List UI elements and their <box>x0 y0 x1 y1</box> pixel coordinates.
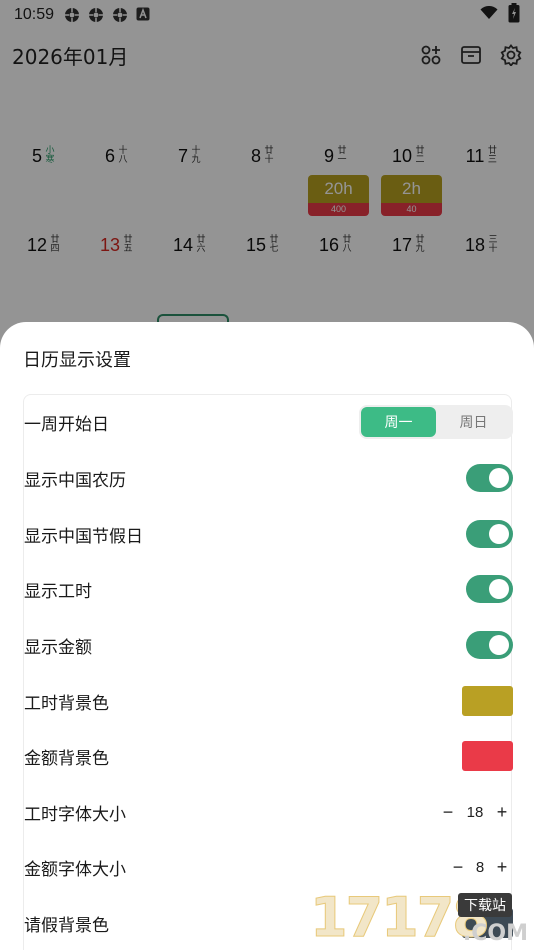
setting-label: 显示工时 <box>24 581 92 602</box>
holidays-toggle[interactable] <box>466 520 513 548</box>
toggle-knob <box>489 524 509 544</box>
week-start-segmented[interactable]: 周一 周日 <box>359 405 513 439</box>
setting-label: 一周开始日 <box>24 414 109 435</box>
lunar-toggle[interactable] <box>466 464 513 492</box>
setting-row-holidays: 显示中国节假日 <box>24 512 513 556</box>
amount-color-swatch[interactable] <box>462 741 513 771</box>
setting-row-hours-font: 工时字体大小 − 18 + <box>24 790 513 834</box>
setting-label: 显示金额 <box>24 637 92 658</box>
setting-row-hours-bg: 工时背景色 <box>24 679 513 723</box>
increment-button[interactable]: + <box>491 802 513 823</box>
stepper-value: 8 <box>475 858 485 876</box>
setting-label: 工时背景色 <box>24 693 109 714</box>
setting-label: 显示中国节假日 <box>24 526 143 547</box>
decrement-button[interactable]: − <box>447 857 469 878</box>
hours-toggle[interactable] <box>466 575 513 603</box>
setting-label: 金额字体大小 <box>24 859 126 880</box>
toggle-knob <box>489 468 509 488</box>
decrement-button[interactable]: − <box>437 802 459 823</box>
setting-label: 显示中国农历 <box>24 470 126 491</box>
increment-button[interactable]: + <box>491 857 513 878</box>
watermark-suffix: .COM <box>462 921 528 946</box>
toggle-knob <box>489 579 509 599</box>
hours-color-swatch[interactable] <box>462 686 513 716</box>
week-start-monday[interactable]: 周一 <box>361 407 436 437</box>
setting-label: 金额背景色 <box>24 748 109 769</box>
toggle-knob <box>489 635 509 655</box>
setting-label: 工时字体大小 <box>24 804 126 825</box>
setting-row-amount-font: 金额字体大小 − 8 + <box>24 845 513 889</box>
setting-label: 请假背景色 <box>24 915 109 936</box>
amount-toggle[interactable] <box>466 631 513 659</box>
setting-row-amount-bg: 金额背景色 <box>24 734 513 778</box>
hours-font-stepper: − 18 + <box>437 802 513 823</box>
stepper-value: 18 <box>466 803 484 821</box>
week-start-sunday[interactable]: 周日 <box>436 407 511 437</box>
sheet-title: 日历显示设置 <box>23 350 131 371</box>
setting-row-lunar: 显示中国农历 <box>24 456 513 500</box>
amount-font-stepper: − 8 + <box>447 857 513 878</box>
setting-row-amount: 显示金额 <box>24 623 513 667</box>
site-watermark: 17178 下载站 .COM <box>310 885 534 950</box>
settings-list: 一周开始日 周一 周日 显示中国农历 显示中国节假日 显示工时 显示金额 工时背… <box>23 394 513 950</box>
setting-row-week-start: 一周开始日 周一 周日 <box>24 400 513 444</box>
watermark-tag: 下载站 <box>458 893 512 917</box>
setting-row-hours: 显示工时 <box>24 567 513 611</box>
display-settings-sheet: 日历显示设置 一周开始日 周一 周日 显示中国农历 显示中国节假日 显示工时 显… <box>0 322 534 950</box>
